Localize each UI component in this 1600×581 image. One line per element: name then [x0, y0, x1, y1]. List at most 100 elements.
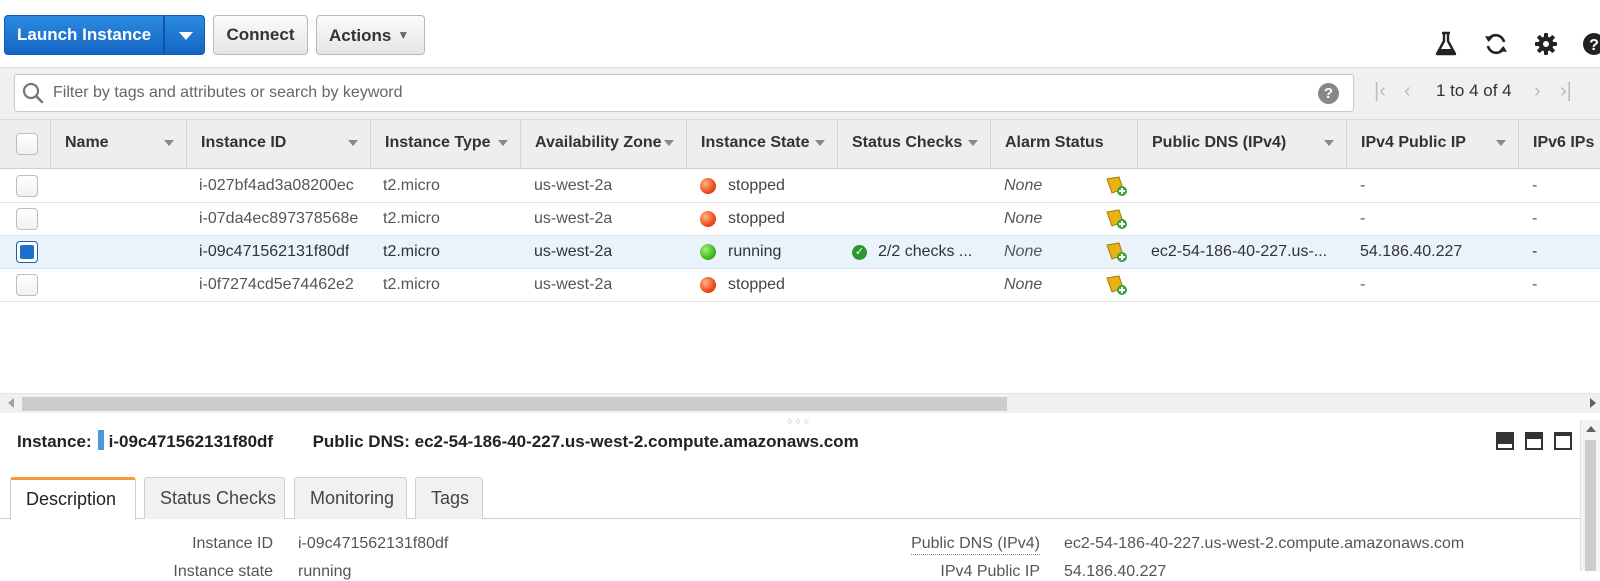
availability-zone: us-west-2a [534, 276, 613, 293]
sort-caret-icon [815, 140, 825, 146]
scrollbar-thumb[interactable] [22, 397, 1007, 411]
column-header-label: Alarm Status [1005, 134, 1104, 151]
column-header-instance-type[interactable]: Instance Type [371, 120, 521, 169]
add-alarm-bell-icon[interactable] [1104, 208, 1128, 230]
horizontal-scrollbar[interactable] [0, 393, 1600, 413]
column-header-alarm-status[interactable]: Alarm Status [991, 120, 1138, 169]
ipv4-public-ip: - [1360, 210, 1366, 227]
table-row[interactable]: i-0f7274cd5e74462e2 t2.micro us-west-2a … [0, 269, 1600, 302]
row-checkbox[interactable] [16, 175, 38, 197]
column-header-label: IPv4 Public IP [1361, 134, 1466, 151]
field-value-instance-state: running [298, 563, 352, 580]
select-all-checkbox[interactable] [16, 133, 38, 155]
sort-caret-icon [968, 140, 978, 146]
column-header-label: Public DNS (IPv4) [1152, 134, 1287, 151]
stopped-status-icon [700, 178, 716, 194]
instance-state: stopped [728, 177, 785, 194]
scroll-left-icon[interactable] [8, 398, 14, 408]
launch-instance-dropdown-button[interactable] [164, 15, 205, 55]
instance-type: t2.micro [383, 276, 440, 293]
sort-caret-icon [664, 140, 674, 146]
search-help-icon[interactable]: ? [1318, 83, 1339, 104]
sort-caret-icon [498, 140, 508, 146]
scrollbar-thumb[interactable] [1585, 440, 1596, 571]
tab-description[interactable]: Description [10, 477, 136, 520]
pagination-text: 1 to 4 of 4 [1436, 81, 1512, 100]
launch-instance-button[interactable]: Launch Instance [4, 15, 164, 55]
table-row-selected[interactable]: i-09c471562131f80df t2.micro us-west-2a … [0, 236, 1600, 269]
column-header-ipv4-public-ip[interactable]: IPv4 Public IP [1347, 120, 1519, 169]
alarm-status: None [1004, 210, 1043, 227]
detail-instance-id: i-09c471562131f80df [108, 432, 274, 451]
tab-status-checks[interactable]: Status Checks [144, 477, 285, 519]
detail-public-dns: ec2-54-186-40-227.us-west-2.compute.amaz… [414, 432, 859, 451]
instance-id: i-027bf4ad3a08200ec [199, 177, 354, 194]
last-page-icon[interactable]: ›| [1560, 80, 1572, 102]
column-header-label: IPv6 IPs [1533, 134, 1595, 151]
table-row[interactable]: i-027bf4ad3a08200ec t2.micro us-west-2a … [0, 170, 1600, 203]
pane-maximize-button[interactable] [1554, 432, 1572, 450]
scroll-right-icon[interactable] [1590, 398, 1596, 408]
pane-resize-handle[interactable]: ○○○ [787, 416, 812, 426]
column-header-instance-state[interactable]: Instance State [687, 120, 838, 169]
connect-button[interactable]: Connect [213, 15, 308, 55]
pane-half-button[interactable] [1525, 432, 1543, 450]
sort-caret-icon [348, 140, 358, 146]
ipv4-public-ip: - [1360, 276, 1366, 293]
running-status-icon [700, 244, 716, 260]
row-checkbox[interactable] [16, 208, 38, 230]
column-header-name[interactable]: Name [51, 120, 187, 169]
instance-state: stopped [728, 210, 785, 227]
filter-bar: ? |‹ ‹ 1 to 4 of 4 › ›| [0, 67, 1600, 119]
column-header-public-dns[interactable]: Public DNS (IPv4) [1138, 120, 1347, 169]
scroll-up-icon[interactable] [1586, 426, 1596, 432]
availability-zone: us-west-2a [534, 210, 613, 227]
first-page-icon[interactable]: |‹ [1374, 80, 1386, 102]
help-icon[interactable]: ? [1580, 30, 1600, 58]
table-header: Name Instance ID Instance Type Availabil… [0, 119, 1600, 169]
instance-id: i-09c471562131f80df [199, 243, 350, 260]
column-header-availability-zone[interactable]: Availability Zone [521, 120, 687, 169]
field-value-ipv4-public-ip: 54.186.40.227 [1064, 563, 1167, 580]
instance-state: stopped [728, 276, 785, 293]
toolbar: Launch Instance Connect Actions ▼ ? [0, 0, 1600, 66]
add-alarm-bell-icon[interactable] [1104, 241, 1128, 263]
gear-icon[interactable] [1532, 30, 1560, 58]
search-icon [22, 82, 44, 104]
select-all-header [0, 120, 51, 169]
vertical-scrollbar[interactable] [1580, 420, 1600, 571]
search-box: ? [14, 74, 1354, 112]
pane-minimize-button[interactable] [1496, 432, 1514, 450]
ipv4-public-ip: 54.186.40.227 [1360, 243, 1463, 260]
column-header-status-checks[interactable]: Status Checks [838, 120, 991, 169]
chevron-down-icon: ▼ [397, 28, 410, 42]
field-label-instance-id: Instance ID [192, 535, 273, 552]
row-checkbox[interactable] [16, 241, 38, 263]
actions-button-label: Actions [329, 26, 392, 45]
row-checkbox[interactable] [16, 274, 38, 296]
field-label-public-dns: Public DNS (IPv4) [911, 535, 1040, 555]
ipv6-ips: - [1532, 243, 1538, 260]
previous-page-icon[interactable]: ‹ [1404, 80, 1411, 102]
detail-header: Instance: i-09c471562131f80df Public DNS:… [17, 430, 859, 452]
ipv6-ips: - [1532, 177, 1538, 194]
stopped-status-icon [700, 277, 716, 293]
next-page-icon[interactable]: › [1534, 80, 1541, 102]
add-alarm-bell-icon[interactable] [1104, 175, 1128, 197]
flask-icon[interactable] [1432, 30, 1460, 58]
instance-id: i-0f7274cd5e74462e2 [199, 276, 354, 293]
actions-button[interactable]: Actions ▼ [316, 15, 425, 55]
table-row[interactable]: i-07da4ec897378568e t2.micro us-west-2a … [0, 203, 1600, 236]
instance-marker [97, 430, 104, 450]
caret-down-icon [179, 32, 193, 40]
tab-tags[interactable]: Tags [415, 477, 483, 519]
alarm-status: None [1004, 276, 1043, 293]
tab-monitoring[interactable]: Monitoring [294, 477, 407, 519]
search-input[interactable] [51, 75, 1301, 111]
refresh-icon[interactable] [1482, 30, 1510, 58]
add-alarm-bell-icon[interactable] [1104, 274, 1128, 296]
column-header-ipv6-ips[interactable]: IPv6 IPs [1519, 120, 1600, 169]
ipv6-ips: - [1532, 210, 1538, 227]
column-header-instance-id[interactable]: Instance ID [187, 120, 371, 169]
status-checks[interactable]: 2/2 checks ... [878, 236, 972, 268]
